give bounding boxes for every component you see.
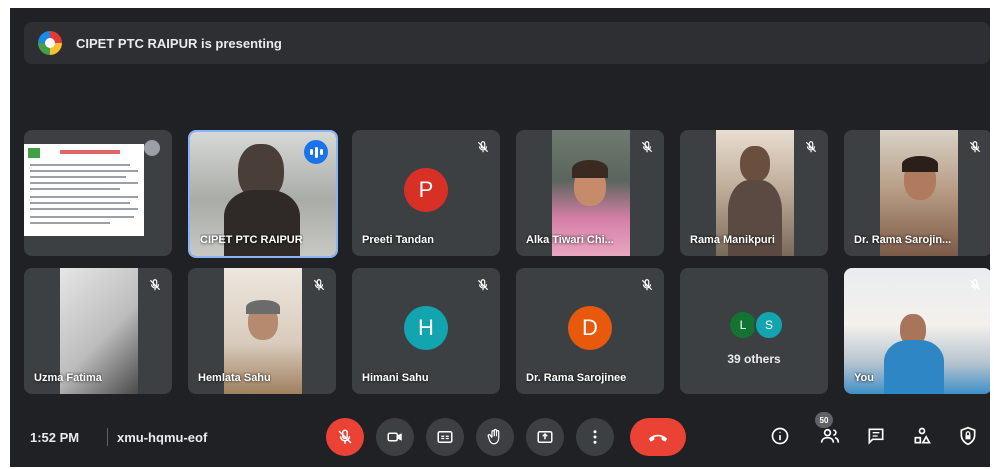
camera-toggle-button[interactable] (376, 418, 414, 456)
participant-count-badge: 50 (815, 412, 833, 428)
chat-button[interactable] (862, 422, 890, 450)
pin-icon[interactable] (144, 140, 160, 156)
tile-alka-tiwari[interactable]: Alka Tiwari Chi... (516, 130, 664, 256)
captions-icon (437, 431, 453, 443)
divider (107, 428, 108, 446)
mic-off-icon (477, 141, 489, 153)
mic-off-icon (641, 279, 653, 291)
mic-off-icon (149, 279, 161, 291)
present-now-button[interactable] (526, 418, 564, 456)
meeting-code: xmu-hqmu-eof (117, 430, 208, 445)
presentation-tile[interactable] (24, 130, 172, 256)
participant-name: CIPET PTC RAIPUR (200, 234, 303, 246)
activities-icon (914, 427, 931, 444)
tile-preeti-tandan[interactable]: P Preeti Tandan (352, 130, 500, 256)
raise-hand-icon (487, 428, 500, 445)
mic-off-icon (641, 141, 653, 153)
participant-name: Himani Sahu (362, 372, 429, 384)
participant-name: Dr. Rama Sarojin... (854, 234, 952, 246)
host-controls-icon (960, 426, 976, 446)
tile-uzma-fatima[interactable]: Uzma Fatima (24, 268, 172, 394)
tile-you[interactable]: You (844, 268, 990, 394)
speaking-indicator-icon (304, 140, 328, 164)
people-icon (820, 428, 840, 443)
tile-hemlata-sahu[interactable]: Hemlata Sahu (188, 268, 336, 394)
participant-name: Uzma Fatima (34, 372, 102, 384)
mic-off-icon (969, 141, 981, 153)
tile-dr-rama-sarojinee[interactable]: D Dr. Rama Sarojinee (516, 268, 664, 394)
avatar: P (404, 168, 448, 212)
captions-button[interactable] (426, 418, 464, 456)
participant-name: Hemlata Sahu (198, 372, 271, 384)
participant-name: You (854, 372, 874, 384)
avatar: S (754, 310, 784, 340)
tile-dr-rama-sarojini-video[interactable]: Dr. Rama Sarojin... (844, 130, 990, 256)
more-options-button[interactable] (576, 418, 614, 456)
participant-name: Rama Manikpuri (690, 234, 775, 246)
presenter-logo (38, 31, 62, 55)
leave-call-button[interactable] (630, 418, 686, 456)
presenting-text: CIPET PTC RAIPUR is presenting (76, 35, 282, 51)
info-icon (771, 427, 789, 445)
raise-hand-button[interactable] (476, 418, 514, 456)
camera-icon (387, 432, 402, 442)
mic-off-icon (313, 279, 325, 291)
mic-off-icon (805, 141, 817, 153)
tile-rama-manikpuri[interactable]: Rama Manikpuri (680, 130, 828, 256)
participant-name: Preeti Tandan (362, 234, 434, 246)
mic-off-icon (477, 279, 489, 291)
presenting-banner: CIPET PTC RAIPUR is presenting (24, 22, 990, 64)
present-icon (537, 431, 553, 443)
meeting-time: 1:52 PM (30, 430, 80, 445)
avatar: H (404, 306, 448, 350)
mic-off-icon (969, 279, 981, 291)
meeting-details-button[interactable] (766, 422, 794, 450)
meet-window: CIPET PTC RAIPUR is presenting CIPET PTC… (10, 8, 990, 467)
presentation-slide (24, 144, 144, 236)
mic-toggle-button[interactable] (326, 418, 364, 456)
others-avatars: L S (728, 310, 784, 340)
mic-off-icon (338, 429, 352, 444)
bottom-control-bar: 1:52 PM xmu-hqmu-eof 50 (10, 406, 990, 466)
host-controls-button[interactable] (954, 422, 982, 450)
participant-name: Alka Tiwari Chi... (526, 234, 614, 246)
tile-cipet-ptc-raipur[interactable]: CIPET PTC RAIPUR (188, 130, 338, 258)
chat-icon (868, 428, 884, 445)
tile-others[interactable]: L S 39 others (680, 268, 828, 394)
more-icon (593, 430, 597, 444)
end-call-icon (648, 434, 668, 442)
people-button[interactable]: 50 (815, 412, 844, 450)
participant-name: Dr. Rama Sarojinee (526, 372, 627, 384)
others-count-label: 39 others (727, 352, 781, 366)
activities-button[interactable] (908, 422, 936, 450)
avatar: D (568, 306, 612, 350)
tile-himani-sahu[interactable]: H Himani Sahu (352, 268, 500, 394)
